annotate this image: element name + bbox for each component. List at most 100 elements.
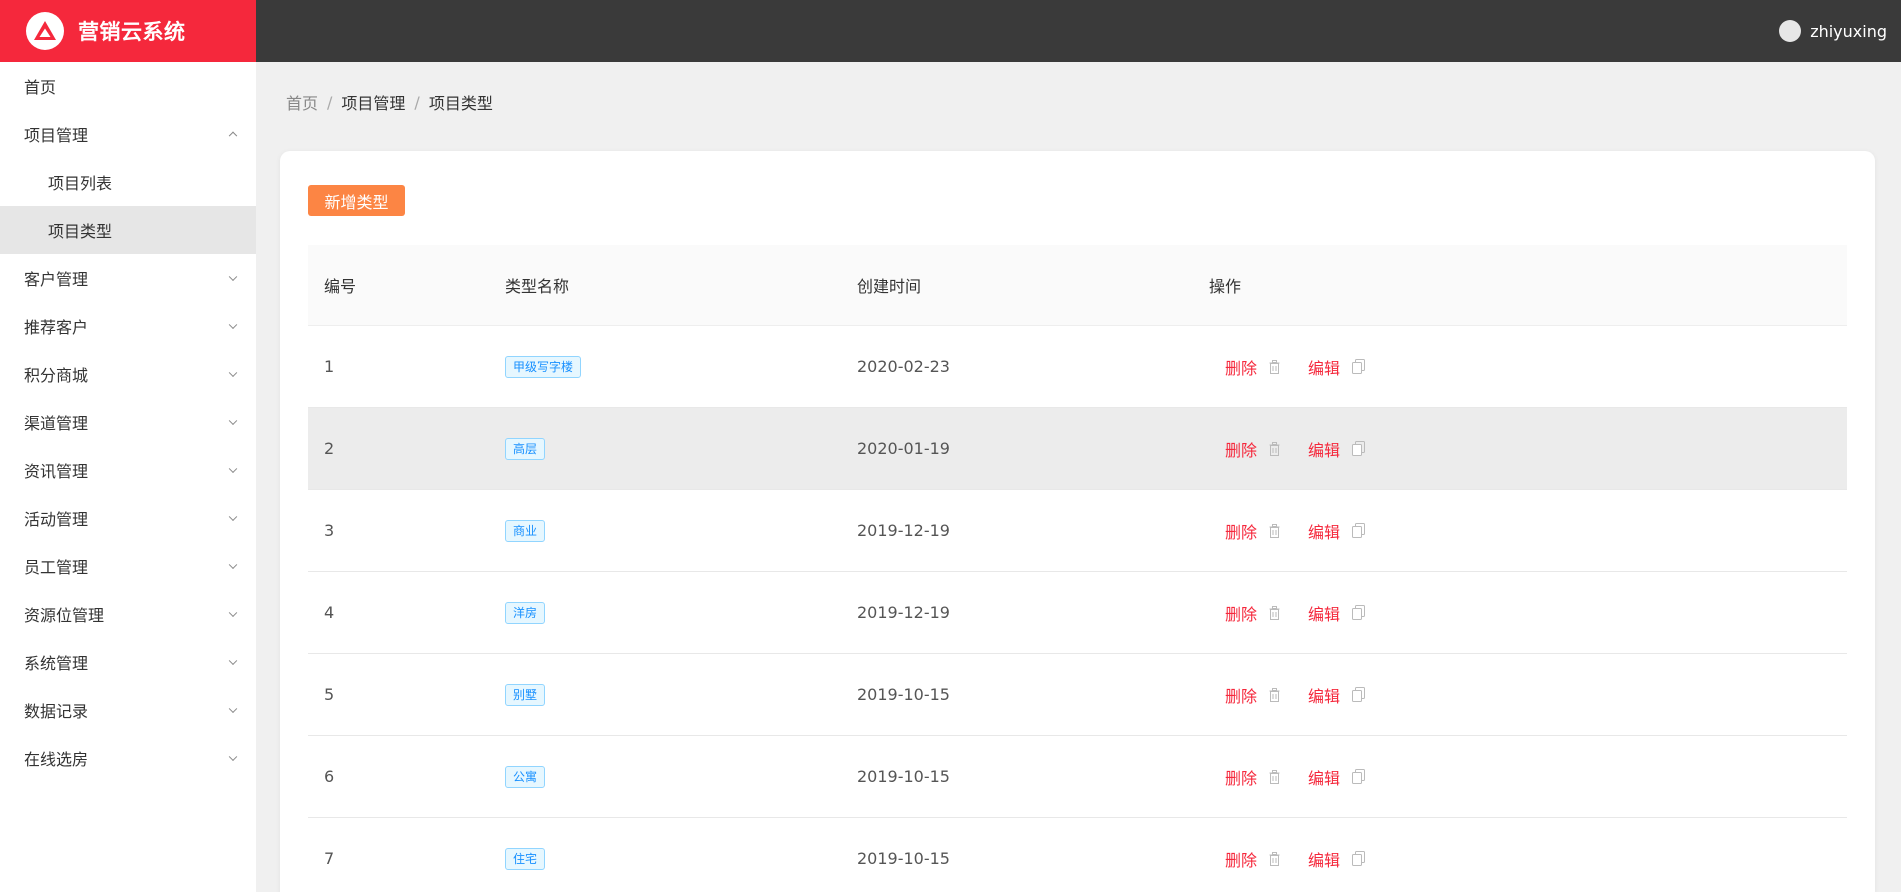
edit-label: 编辑: [1308, 768, 1341, 788]
copy-icon: [1352, 851, 1366, 866]
sidebar-item-data-records[interactable]: 数据记录: [0, 686, 256, 734]
brand-area[interactable]: 营销云系统: [0, 0, 256, 62]
delete-button[interactable]: 删除: [1225, 355, 1280, 379]
delete-label: 删除: [1225, 440, 1258, 460]
type-tag: 公寓: [505, 765, 546, 788]
sidebar-item-label: 数据记录: [24, 702, 89, 721]
avatar[interactable]: [1779, 20, 1802, 42]
sidebar-item-label: 项目类型: [48, 222, 113, 241]
user-menu[interactable]: zhiyuxing: [1779, 0, 1887, 62]
chevron-down-icon: [228, 752, 238, 762]
table-row: 5 别墅 2019-10-15 删除 编辑: [308, 654, 1847, 736]
type-tag: 洋房: [505, 601, 546, 624]
edit-button[interactable]: 编辑: [1308, 355, 1366, 379]
chevron-down-icon: [228, 608, 238, 618]
row-created-time: 2019-12-19: [857, 521, 950, 540]
sidebar-item-news-management[interactable]: 资讯管理: [0, 446, 256, 494]
edit-label: 编辑: [1308, 686, 1341, 706]
delete-button[interactable]: 删除: [1225, 683, 1280, 707]
table-body: 1 甲级写字楼 2020-02-23 删除 编辑 2 高层 2020-01-19…: [308, 326, 1847, 892]
delete-label: 删除: [1225, 358, 1258, 378]
scrollbar-track[interactable]: [1889, 62, 1901, 892]
chevron-down-icon: [228, 512, 238, 522]
row-actions: 删除 编辑: [1209, 437, 1847, 461]
row-id: 1: [324, 357, 335, 376]
row-type-name: 洋房: [505, 601, 857, 624]
edit-button[interactable]: 编辑: [1308, 519, 1366, 543]
row-id: 4: [324, 603, 335, 622]
row-type-name: 甲级写字楼: [505, 355, 857, 378]
sidebar-item-resource-slot-management[interactable]: 资源位管理: [0, 590, 256, 638]
row-actions: 删除 编辑: [1209, 683, 1847, 707]
type-tag: 高层: [505, 437, 546, 460]
edit-button[interactable]: 编辑: [1308, 683, 1366, 707]
sidebar-item-label: 活动管理: [24, 510, 89, 529]
edit-label: 编辑: [1308, 440, 1341, 460]
edit-button[interactable]: 编辑: [1308, 847, 1366, 871]
delete-button[interactable]: 删除: [1225, 601, 1280, 625]
delete-button[interactable]: 删除: [1225, 765, 1280, 789]
edit-button[interactable]: 编辑: [1308, 601, 1366, 625]
delete-label: 删除: [1225, 604, 1258, 624]
user-name[interactable]: zhiyuxing: [1810, 22, 1887, 41]
add-type-button[interactable]: 新增类型: [308, 185, 405, 216]
sidebar-item-label: 资讯管理: [24, 462, 89, 481]
sidebar-item-project-management[interactable]: 项目管理: [0, 110, 256, 158]
sidebar-item-label: 系统管理: [24, 654, 89, 673]
column-header-id: 编号: [324, 277, 357, 296]
copy-icon: [1352, 687, 1366, 702]
sidebar-item-home[interactable]: 首页: [0, 62, 256, 110]
breadcrumb-separator: /: [414, 92, 420, 112]
sidebar-item-label: 推荐客户: [24, 318, 89, 337]
edit-button[interactable]: 编辑: [1308, 437, 1366, 461]
chevron-down-icon: [228, 704, 238, 714]
chevron-down-icon: [228, 560, 238, 570]
edit-button[interactable]: 编辑: [1308, 765, 1366, 789]
edit-label: 编辑: [1308, 358, 1341, 378]
edit-label: 编辑: [1308, 850, 1341, 870]
chevron-down-icon: [228, 272, 238, 282]
chevron-up-icon: [228, 131, 238, 141]
chevron-down-icon: [228, 368, 238, 378]
project-type-table: 编号 类型名称 创建时间 操作 1 甲级写字楼 2020-02-23 删除 编辑…: [308, 245, 1847, 892]
trash-icon: [1269, 359, 1280, 374]
column-header-actions: 操作: [1209, 277, 1242, 296]
sidebar-subitem-project-type[interactable]: 项目类型: [0, 206, 256, 254]
breadcrumb-home[interactable]: 首页: [286, 90, 318, 114]
delete-button[interactable]: 删除: [1225, 847, 1280, 871]
sidebar-item-points-mall[interactable]: 积分商城: [0, 350, 256, 398]
delete-label: 删除: [1225, 522, 1258, 542]
triangle-logo-icon: [26, 12, 64, 50]
delete-button[interactable]: 删除: [1225, 437, 1280, 461]
top-header: 营销云系统 zhiyuxing: [0, 0, 1901, 62]
content-card: 新增类型 编号 类型名称 创建时间 操作 1 甲级写字楼 2020-02-23 …: [280, 151, 1875, 892]
sidebar-item-channel-management[interactable]: 渠道管理: [0, 398, 256, 446]
copy-icon: [1352, 605, 1366, 620]
type-tag: 商业: [505, 519, 546, 542]
type-tag: 别墅: [505, 683, 546, 706]
sidebar-item-online-house-selection[interactable]: 在线选房: [0, 734, 256, 782]
breadcrumb-separator: /: [327, 92, 333, 112]
delete-button[interactable]: 删除: [1225, 519, 1280, 543]
trash-icon: [1269, 769, 1280, 784]
copy-icon: [1352, 441, 1366, 456]
sidebar-item-customer-management[interactable]: 客户管理: [0, 254, 256, 302]
sidebar-item-referral-customers[interactable]: 推荐客户: [0, 302, 256, 350]
table-row: 6 公寓 2019-10-15 删除 编辑: [308, 736, 1847, 818]
row-created-time: 2019-10-15: [857, 767, 950, 786]
sidebar-item-system-management[interactable]: 系统管理: [0, 638, 256, 686]
trash-icon: [1269, 687, 1280, 702]
app-title: 营销云系统: [78, 20, 186, 44]
row-created-time: 2019-10-15: [857, 849, 950, 868]
column-header-created-time: 创建时间: [857, 277, 922, 296]
table-header: 编号 类型名称 创建时间 操作: [308, 245, 1847, 326]
sidebar-item-label: 渠道管理: [24, 414, 89, 433]
delete-label: 删除: [1225, 768, 1258, 788]
trash-icon: [1269, 605, 1280, 620]
sidebar-subitem-project-list[interactable]: 项目列表: [0, 158, 256, 206]
breadcrumb-project-management[interactable]: 项目管理: [341, 90, 405, 114]
sidebar-item-activity-management[interactable]: 活动管理: [0, 494, 256, 542]
sidebar-item-label: 资源位管理: [24, 606, 105, 625]
delete-label: 删除: [1225, 686, 1258, 706]
sidebar-item-staff-management[interactable]: 员工管理: [0, 542, 256, 590]
